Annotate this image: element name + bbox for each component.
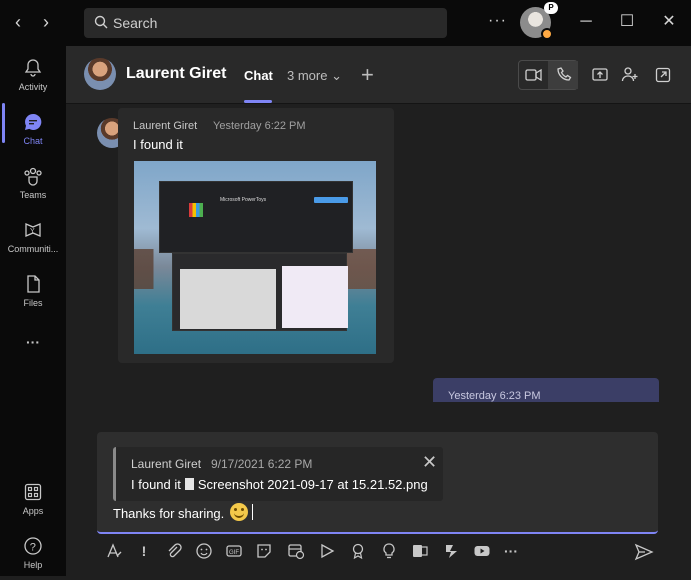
send-icon[interactable] <box>634 543 654 561</box>
svg-text:?: ? <box>30 542 36 554</box>
rail-label-files: Files <box>23 298 43 308</box>
minimize-icon[interactable]: ─ <box>576 12 596 32</box>
rail-label-apps: Apps <box>22 506 44 516</box>
rail-item-communities[interactable]: Y Communiti... <box>0 214 66 264</box>
chevron-down-icon: ⌄ <box>331 68 342 83</box>
outgoing-message-time: Yesterday 6:23 PM <box>448 390 541 402</box>
title-bar: ‹ › Search ··· P ─ ☐ ✕ <box>0 0 691 46</box>
praise-icon[interactable] <box>349 542 367 560</box>
away-status-icon <box>541 28 553 40</box>
screenshot-app-title: Microsoft PowerToys <box>220 197 267 203</box>
message-sender: Laurent Giret <box>133 120 198 132</box>
rail-item-chat[interactable]: Chat <box>0 106 66 156</box>
format-icon[interactable] <box>105 542 123 560</box>
file-attachment-icon <box>184 478 194 490</box>
schedule-meeting-icon[interactable] <box>287 542 305 560</box>
app-rail: Activity Chat Teams Y Communiti... Files… <box>0 46 66 576</box>
youtube-icon[interactable] <box>473 542 491 560</box>
quoted-reply: Laurent Giret 9/17/2021 6:22 PM ✕ I foun… <box>113 447 443 501</box>
profile-badge: P <box>544 2 558 14</box>
maximize-icon[interactable]: ☐ <box>617 12 637 32</box>
quote-sender: Laurent Giret <box>131 457 202 471</box>
smiley-emoji-icon <box>230 503 248 521</box>
rail-item-more[interactable]: ··· <box>0 330 66 380</box>
tab-more-label: 3 more <box>287 68 328 83</box>
rail-label-chat: Chat <box>23 136 43 146</box>
more-apps-icon: ··· <box>26 334 40 350</box>
forms-icon[interactable] <box>411 542 429 560</box>
video-camera-icon <box>525 68 542 82</box>
communities-icon: Y <box>25 223 41 237</box>
rail-item-activity[interactable]: Activity <box>0 52 66 102</box>
composer-area: Laurent Giret 9/17/2021 6:22 PM ✕ I foun… <box>66 402 691 576</box>
lightbulb-icon[interactable] <box>380 542 398 560</box>
remove-quote-icon[interactable]: ✕ <box>422 452 437 473</box>
call-button-group <box>518 60 578 90</box>
apps-icon <box>24 483 42 501</box>
composer-toolbar: ! GIF ··· <box>97 542 658 564</box>
rail-label-communities: Communiti... <box>7 244 59 254</box>
quote-time: 9/17/2021 6:22 PM <box>211 457 313 471</box>
forward-arrow-icon[interactable]: › <box>36 12 56 32</box>
screenshot-window <box>159 181 353 253</box>
message-text: I found it <box>133 137 183 152</box>
search-input[interactable]: Search <box>84 8 447 38</box>
rail-item-files[interactable]: Files <box>0 268 66 318</box>
audio-call-button[interactable] <box>548 61 578 89</box>
outgoing-message[interactable]: Yesterday 6:23 PM <box>433 378 659 402</box>
teams-icon <box>24 167 42 186</box>
svg-text:Y: Y <box>30 228 35 235</box>
share-screen-icon[interactable] <box>591 66 609 84</box>
bell-icon <box>24 59 42 77</box>
chat-header: Laurent Giret Chat 3 more ⌄ + <box>66 46 691 104</box>
chat-icon <box>25 113 42 130</box>
important-icon[interactable]: ! <box>135 542 153 560</box>
text-cursor <box>252 504 253 520</box>
attach-icon[interactable] <box>165 542 183 560</box>
help-icon: ? <box>24 537 42 555</box>
rail-item-help[interactable]: ? Help <box>0 530 66 580</box>
message-composer[interactable]: Laurent Giret 9/17/2021 6:22 PM ✕ I foun… <box>97 432 658 534</box>
search-icon <box>94 15 108 29</box>
sticker-icon[interactable] <box>255 542 273 560</box>
close-icon[interactable]: ✕ <box>659 12 679 32</box>
tab-chat-underline <box>244 100 272 103</box>
video-call-button[interactable] <box>519 61 548 89</box>
message-list[interactable]: Laurent Giret Yesterday 6:22 PM I found … <box>66 105 691 402</box>
gif-icon[interactable]: GIF <box>225 542 243 560</box>
emoji-icon[interactable] <box>195 542 213 560</box>
rail-label-teams: Teams <box>19 190 47 200</box>
quote-attachment-name: Screenshot 2021-09-17 at 15.21.52.png <box>197 477 428 492</box>
quote-text: I found it <box>131 477 181 492</box>
tab-more[interactable]: 3 more ⌄ <box>287 68 342 84</box>
search-placeholder: Search <box>113 15 158 31</box>
quote-body: I found it Screenshot 2021-09-17 at 15.21… <box>131 477 428 492</box>
back-arrow-icon[interactable]: ‹ <box>8 12 28 32</box>
message-time: Yesterday 6:22 PM <box>213 120 306 132</box>
screenshot-panel-right <box>282 266 348 328</box>
tab-chat[interactable]: Chat <box>244 68 273 83</box>
power-automate-icon[interactable] <box>443 542 461 560</box>
powertoys-logo-icon <box>189 203 203 217</box>
rail-item-teams[interactable]: Teams <box>0 160 66 210</box>
rail-item-apps[interactable]: Apps <box>0 476 66 526</box>
stream-icon[interactable] <box>318 542 336 560</box>
svg-text:GIF: GIF <box>229 550 239 556</box>
compose-input[interactable]: Thanks for sharing. <box>113 506 224 521</box>
screenshot-install-button <box>314 197 348 203</box>
screenshot-panel-left <box>180 269 276 329</box>
message-image[interactable]: Microsoft PowerToys <box>134 161 376 354</box>
phone-icon <box>557 67 572 81</box>
contact-name: Laurent Giret <box>126 65 227 82</box>
more-actions-icon[interactable]: ··· <box>502 542 520 560</box>
add-tab-button[interactable]: + <box>361 62 374 88</box>
rail-label-help: Help <box>23 560 43 570</box>
profile-avatar[interactable]: P <box>520 2 558 40</box>
rail-label-activity: Activity <box>18 82 48 92</box>
add-people-icon[interactable] <box>621 66 639 84</box>
more-options-icon[interactable]: ··· <box>488 12 507 30</box>
pop-out-icon[interactable] <box>654 66 672 84</box>
contact-avatar[interactable] <box>84 58 116 90</box>
file-icon <box>27 275 40 293</box>
